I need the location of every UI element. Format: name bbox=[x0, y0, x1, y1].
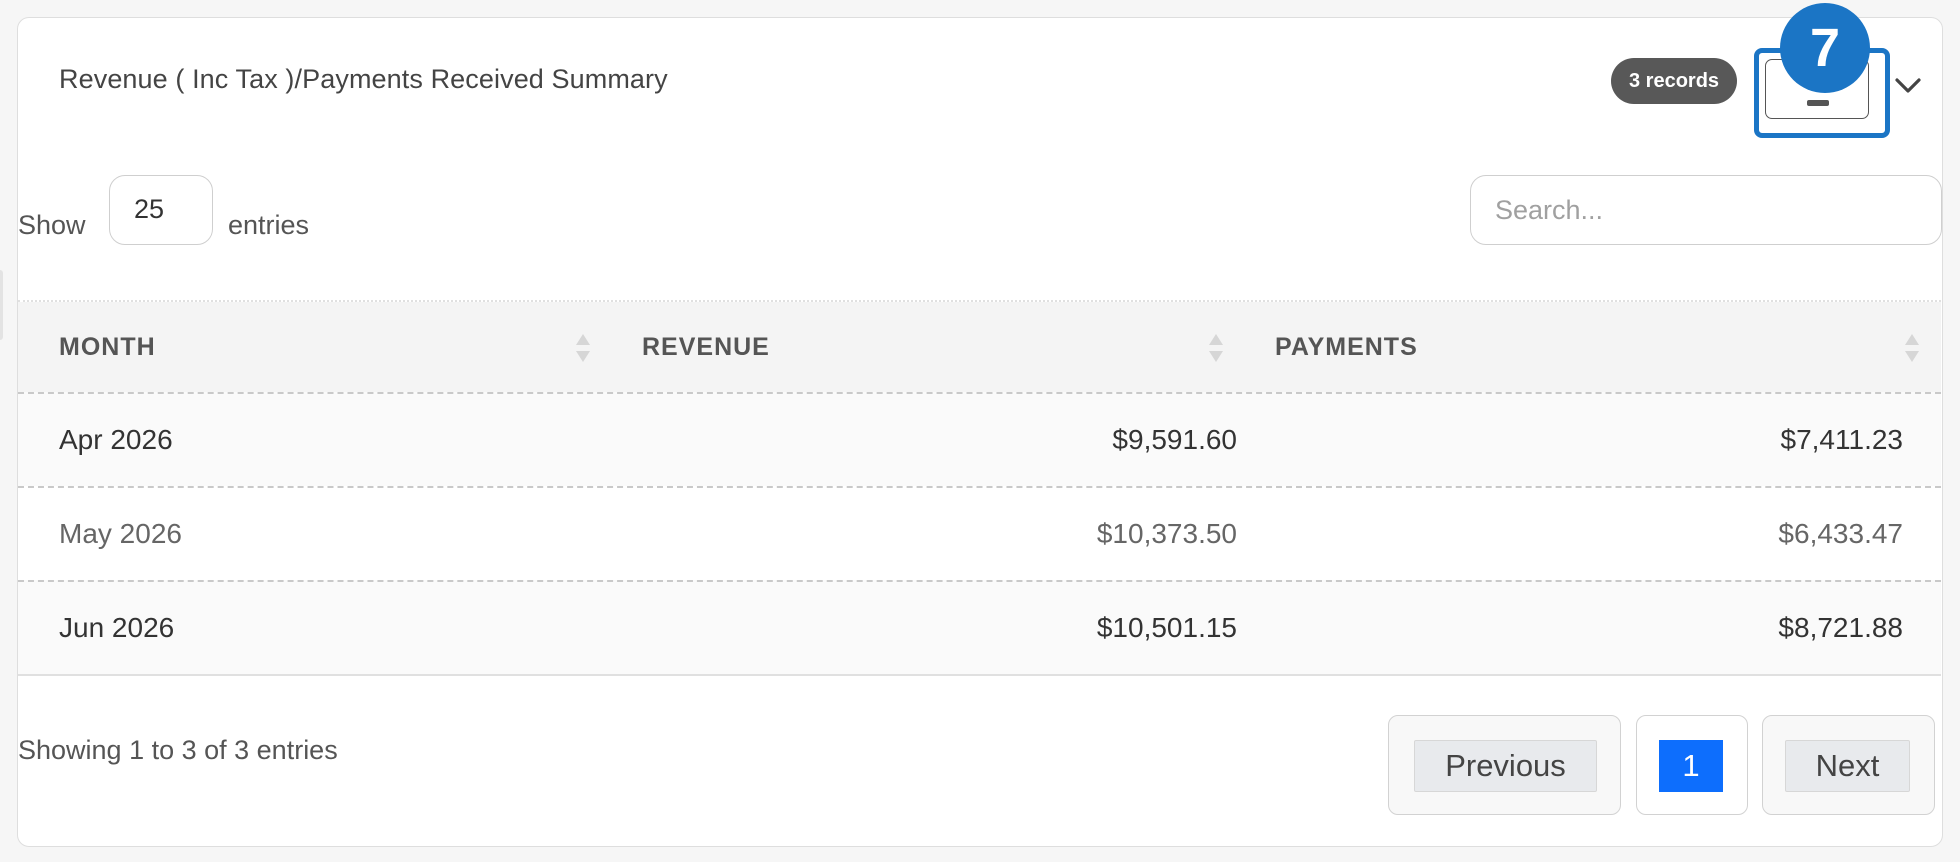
column-header-revenue[interactable]: REVENUE bbox=[642, 302, 770, 392]
table-header: MONTH REVENUE PAYMENTS bbox=[18, 302, 1941, 392]
previous-button[interactable]: Previous bbox=[1414, 740, 1597, 792]
payments-cell: $8,721.88 bbox=[1778, 612, 1903, 643]
export-icon bbox=[1807, 100, 1829, 106]
page-1-button[interactable]: 1 bbox=[1659, 740, 1723, 792]
sort-icon[interactable] bbox=[1208, 334, 1224, 364]
summary-panel: Revenue ( Inc Tax )/Payments Received Su… bbox=[17, 3, 1943, 847]
panel-title: Revenue ( Inc Tax )/Payments Received Su… bbox=[59, 64, 668, 94]
table-row: May 2026 $10,373.50 $6,433.47 bbox=[18, 486, 1941, 580]
payments-cell: $6,433.47 bbox=[1778, 518, 1903, 549]
revenue-payments-table: MONTH REVENUE PAYMENTS Apr 2026 $9,591.6… bbox=[18, 300, 1941, 676]
payments-cell: $7,411.23 bbox=[1780, 424, 1904, 455]
search-input[interactable] bbox=[1470, 175, 1942, 245]
next-button[interactable]: Next bbox=[1785, 740, 1910, 792]
revenue-cell: $10,373.50 bbox=[1096, 518, 1237, 549]
sort-icon[interactable] bbox=[575, 334, 591, 364]
revenue-cell: $9,591.60 bbox=[1112, 424, 1237, 455]
revenue-cell: $10,501.15 bbox=[1096, 612, 1237, 643]
sort-icon[interactable] bbox=[1904, 334, 1920, 364]
chevron-down-icon[interactable] bbox=[1890, 68, 1926, 104]
step-number-badge: 7 bbox=[1780, 3, 1870, 93]
month-cell: Jun 2026 bbox=[59, 612, 175, 643]
table-row: Jun 2026 $10,501.15 $8,721.88 bbox=[18, 580, 1941, 674]
left-edge-tab bbox=[0, 270, 3, 340]
entries-per-page-select[interactable]: 25 bbox=[109, 175, 213, 245]
pagination-page-wrapper: 1 bbox=[1636, 715, 1748, 815]
month-cell: Apr 2026 bbox=[59, 424, 173, 455]
column-header-month[interactable]: MONTH bbox=[59, 302, 156, 392]
month-cell: May 2026 bbox=[59, 518, 182, 549]
table-info: Showing 1 to 3 of 3 entries bbox=[18, 735, 338, 765]
column-header-payments[interactable]: PAYMENTS bbox=[1275, 302, 1418, 392]
table-row: Apr 2026 $9,591.60 $7,411.23 bbox=[18, 392, 1941, 486]
pagination-next-wrapper: Next bbox=[1762, 715, 1935, 815]
records-badge: 3 records bbox=[1611, 58, 1738, 104]
entries-label: entries bbox=[228, 210, 310, 240]
pagination-previous-wrapper: Previous bbox=[1388, 715, 1621, 815]
show-label: Show bbox=[18, 210, 86, 240]
